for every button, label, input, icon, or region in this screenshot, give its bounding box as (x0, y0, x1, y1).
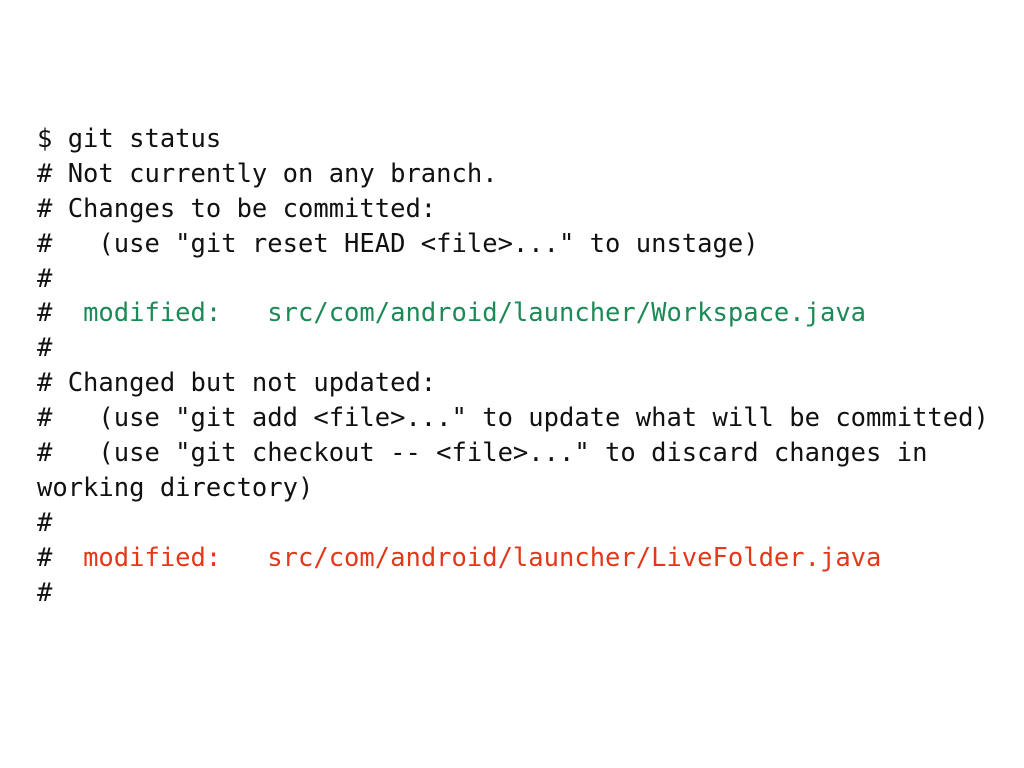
command-line: $ git status (37, 124, 222, 154)
staged-status-label: modified: (83, 298, 222, 329)
hint-checkout: # (use "git checkout -- <file>..." to di… (37, 438, 928, 469)
hint-reset: # (use "git reset HEAD <file>..." to uns… (37, 228, 759, 259)
unstaged-file-row: # modified: src/com/android/launcher/Liv… (37, 541, 1012, 576)
status-line-branch: # Not currently on any branch. (37, 158, 498, 189)
section-header-unstaged: # Changed but not updated: (37, 368, 437, 399)
terminal-output: $ git status # Not currently on any bran… (37, 122, 1012, 610)
hint-checkout-wrap: working directory) (37, 472, 314, 503)
row-gap (221, 298, 267, 328)
row-prefix: # (37, 298, 84, 329)
comment-line: # (37, 263, 53, 294)
comment-line: # (37, 333, 53, 364)
row-gap (221, 543, 267, 573)
slide-page: $ git status # Not currently on any bran… (0, 0, 1024, 768)
comment-line: # (37, 507, 53, 538)
section-header-staged: # Changes to be committed: (37, 193, 437, 224)
staged-file-row: # modified: src/com/android/launcher/Wor… (37, 296, 1012, 331)
unstaged-status-label: modified: (83, 542, 222, 573)
hint-add: # (use "git add <file>..." to update wha… (37, 403, 989, 434)
unstaged-file-path: src/com/android/launcher/LiveFolder.java (267, 542, 882, 573)
comment-line: # (37, 577, 53, 608)
staged-file-path: src/com/android/launcher/Workspace.java (267, 298, 867, 329)
row-prefix: # (37, 542, 84, 573)
